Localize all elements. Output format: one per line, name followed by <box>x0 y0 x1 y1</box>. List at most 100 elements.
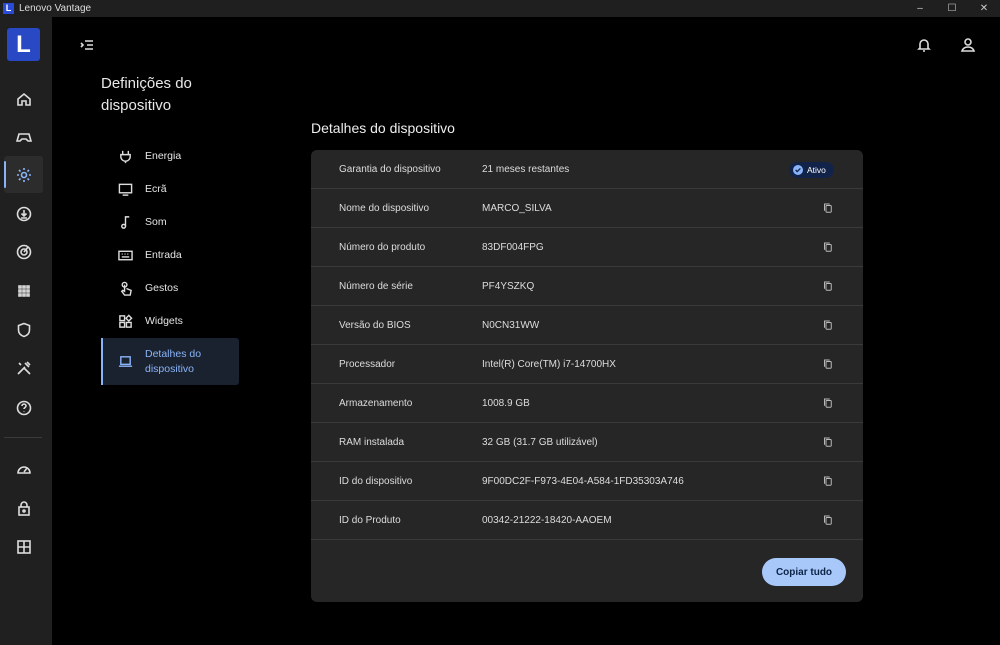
help-icon <box>16 400 31 415</box>
menu-item-ecrã[interactable]: Ecrã <box>101 173 239 206</box>
shield-icon <box>17 322 30 337</box>
menu-item-energia[interactable]: Energia <box>101 140 239 173</box>
menu-item-detalhes-do-dispositivo[interactable]: Detalhes do dispositivo <box>101 338 239 385</box>
detail-label: ID do dispositivo <box>339 475 413 487</box>
detail-row: Garantia do dispositivo 21 meses restante… <box>311 150 863 189</box>
app-logo: L <box>3 3 14 14</box>
detail-row: Nome do dispositivo MARCO_SILVA <box>311 189 863 228</box>
copy-icon[interactable] <box>823 475 835 488</box>
detail-value: MARCO_SILVA <box>482 202 552 214</box>
detail-value: 9F00DC2F-F973-4E04-A584-1FD35303A746 <box>482 475 684 487</box>
menu-item-label: Energia <box>145 150 182 162</box>
maximize-button[interactable]: ☐ <box>937 0 967 17</box>
copy-icon[interactable] <box>823 358 835 371</box>
radar-icon <box>16 244 31 259</box>
detail-row: Armazenamento 1008.9 GB <box>311 384 863 423</box>
gear-icon <box>16 167 31 182</box>
lenovo-logo: L <box>7 28 40 61</box>
apps-grid-icon <box>17 284 30 297</box>
detail-label: Número do produto <box>339 241 426 253</box>
section-heading: Detalhes do dispositivo <box>311 120 455 136</box>
device-details-card: Garantia do dispositivo 21 meses restante… <box>311 150 863 602</box>
detail-row: Número do produto 83DF004FPG <box>311 228 863 267</box>
menu-item-label: Ecrã <box>145 183 167 195</box>
user-icon[interactable] <box>960 37 980 57</box>
collapse-menu-icon[interactable] <box>79 37 99 57</box>
menu-item-entrada[interactable]: Entrada <box>101 239 239 272</box>
copy-icon[interactable] <box>823 202 835 215</box>
detail-label: RAM instalada <box>339 436 405 448</box>
monitor-icon <box>118 183 133 196</box>
detail-label: Garantia do dispositivo <box>339 163 441 175</box>
widgets-icon <box>119 314 133 328</box>
close-button[interactable]: ✕ <box>969 0 999 17</box>
detail-row: Número de série PF4YSZKQ <box>311 267 863 306</box>
detail-value: PF4YSZKQ <box>482 280 535 292</box>
nav-rail: L <box>0 17 52 645</box>
laptop-icon <box>118 356 133 367</box>
nav-dashboard[interactable] <box>4 528 43 565</box>
check-icon <box>793 165 803 175</box>
menu-item-widgets[interactable]: Widgets <box>101 305 239 338</box>
detail-label: ID do Produto <box>339 514 401 526</box>
music-note-icon <box>121 216 130 229</box>
detail-label: Número de série <box>339 280 413 292</box>
menu-item-label: Gestos <box>145 282 179 294</box>
nav-radar[interactable] <box>4 233 43 270</box>
detail-row: RAM instalada 32 GB (31.7 GB utilizável) <box>311 423 863 462</box>
detail-label: Versão do BIOS <box>339 319 411 331</box>
plug-icon <box>120 150 131 164</box>
detail-row: Processador Intel(R) Core(TM) i7-14700HX <box>311 345 863 384</box>
bell-icon[interactable] <box>916 37 936 57</box>
copy-icon[interactable] <box>823 436 835 449</box>
page-title: Definições do dispositivo <box>101 75 192 114</box>
detail-value: 83DF004FPG <box>482 241 544 253</box>
copy-icon[interactable] <box>823 319 835 332</box>
status-badge: Ativo <box>789 162 834 178</box>
nav-tools[interactable] <box>4 349 43 386</box>
copy-icon[interactable] <box>823 241 835 254</box>
nav-apps-grid[interactable] <box>4 272 43 309</box>
detail-value: N0CN31WW <box>482 319 540 331</box>
copy-all-button[interactable]: Copiar tudo <box>762 558 846 586</box>
detail-value: 21 meses restantes <box>482 163 570 175</box>
nav-shield[interactable] <box>4 311 43 348</box>
nav-help[interactable] <box>4 389 43 426</box>
tools-icon <box>16 360 31 375</box>
menu-item-label: Som <box>145 216 167 228</box>
keyboard-icon <box>118 250 133 261</box>
title-bar: L Lenovo Vantage – ☐ ✕ <box>0 0 1000 17</box>
detail-value: 1008.9 GB <box>482 397 530 409</box>
detail-label: Nome do dispositivo <box>339 202 430 214</box>
minimize-button[interactable]: – <box>905 0 935 17</box>
detail-row: ID do dispositivo 9F00DC2F-F973-4E04-A584… <box>311 462 863 501</box>
detail-row: Versão do BIOS N0CN31WW <box>311 306 863 345</box>
detail-row: ID do Produto 00342-21222-18420-AAOEM <box>311 501 863 540</box>
copy-icon[interactable] <box>823 514 835 527</box>
detail-value: Intel(R) Core(TM) i7-14700HX <box>482 358 616 370</box>
menu-item-som[interactable]: Som <box>101 206 239 239</box>
nav-gamepad[interactable] <box>4 118 43 155</box>
copy-icon[interactable] <box>823 397 835 410</box>
detail-label: Armazenamento <box>339 397 413 409</box>
nav-home[interactable] <box>4 80 43 117</box>
menu-item-gestos[interactable]: Gestos <box>101 272 239 305</box>
menu-item-label: Entrada <box>145 249 182 261</box>
home-icon <box>16 92 31 106</box>
download-icon <box>16 206 31 221</box>
nav-gear[interactable] <box>4 156 43 193</box>
window-title: Lenovo Vantage <box>19 3 92 14</box>
copy-icon[interactable] <box>823 280 835 293</box>
detail-value: 32 GB (31.7 GB utilizável) <box>482 436 598 448</box>
gamepad-icon <box>15 132 32 142</box>
nav-speedometer[interactable] <box>4 450 43 487</box>
nav-lock[interactable] <box>4 489 43 526</box>
lock-icon <box>17 500 30 516</box>
nav-download[interactable] <box>4 195 43 232</box>
menu-item-label: Widgets <box>145 315 183 327</box>
dashboard-icon <box>16 539 31 554</box>
detail-value: 00342-21222-18420-AAOEM <box>482 514 612 526</box>
rail-divider <box>4 437 42 438</box>
menu-item-label: Detalhes do dispositivo <box>145 347 202 375</box>
speedometer-icon <box>16 465 31 474</box>
